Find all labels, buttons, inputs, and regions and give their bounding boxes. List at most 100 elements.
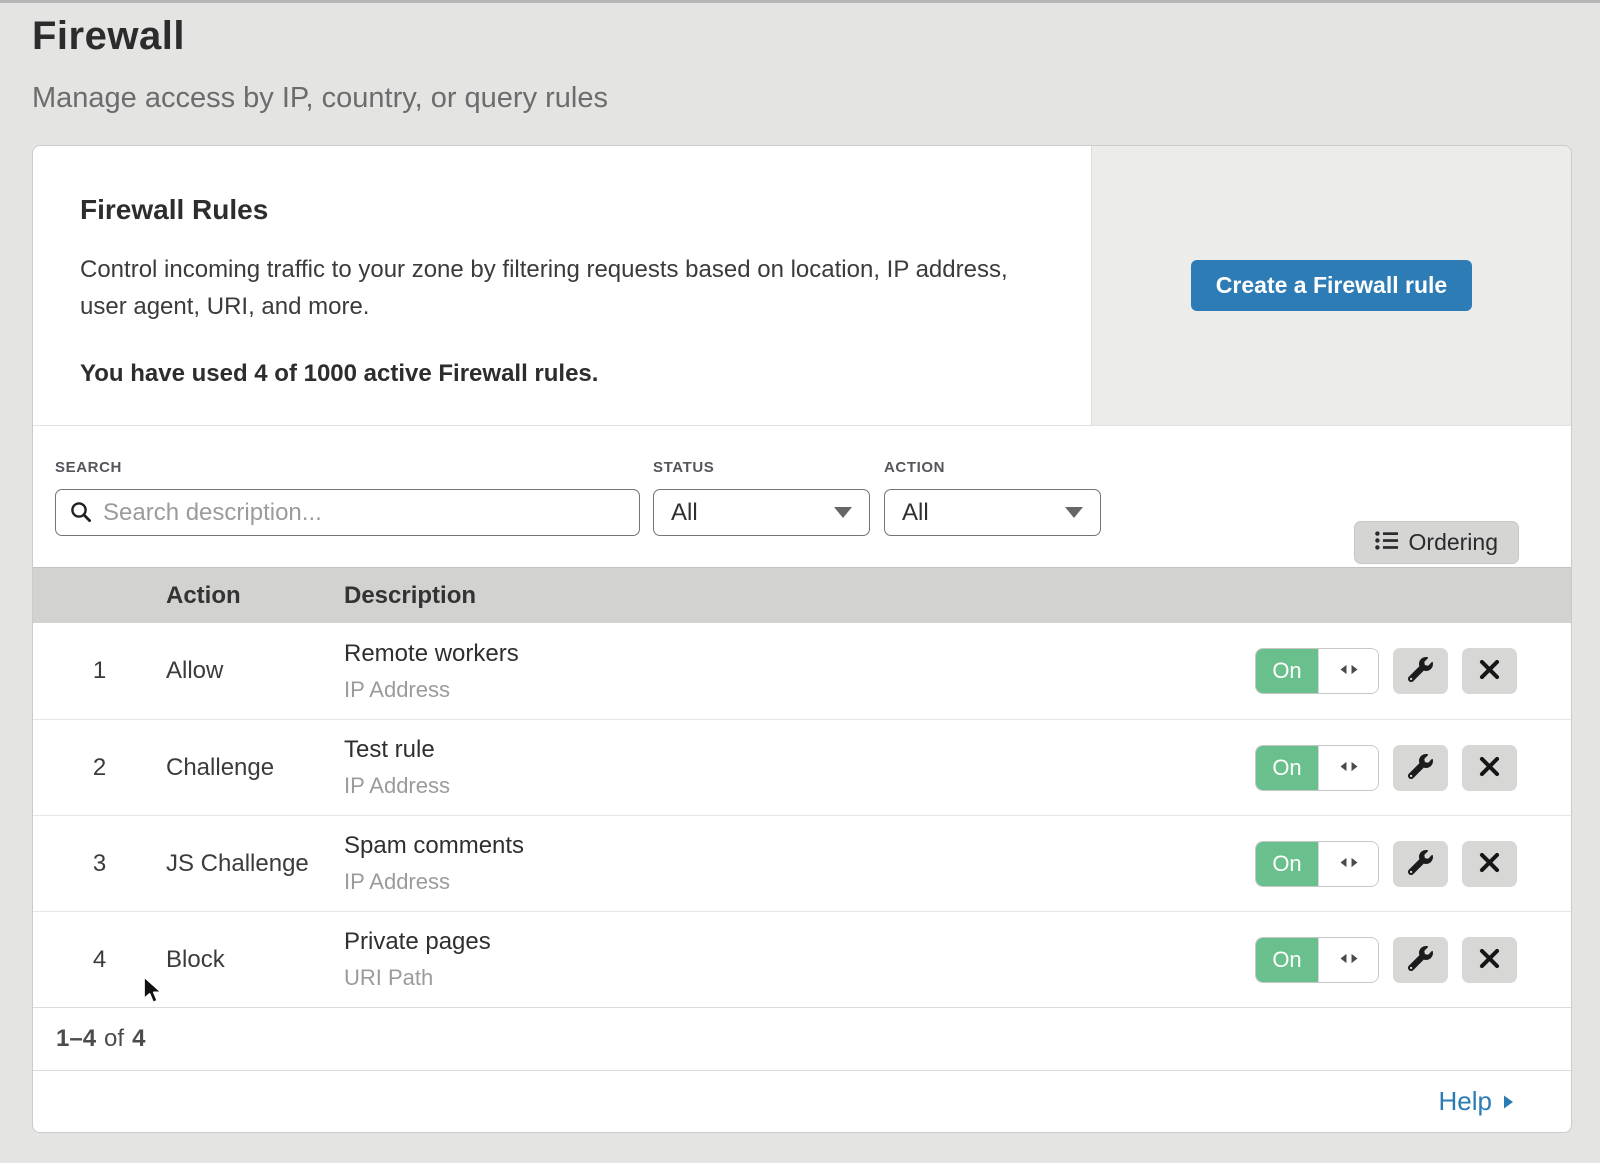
close-icon <box>1479 659 1500 683</box>
rule-controls: On <box>1251 745 1571 791</box>
rule-action: JS Challenge <box>166 850 344 878</box>
page-subtitle: Manage access by IP, country, or query r… <box>32 81 1600 115</box>
delete-rule-button[interactable] <box>1462 937 1517 983</box>
left-right-arrows-icon <box>1338 760 1360 776</box>
rule-status-toggle[interactable]: On <box>1255 648 1379 694</box>
toggle-drag-handle[interactable] <box>1318 746 1378 790</box>
rules-table: Action Description 1 Allow Remote worker… <box>33 567 1571 1007</box>
close-icon <box>1479 948 1500 972</box>
help-link-label: Help <box>1439 1086 1492 1117</box>
rule-description: Remote workers <box>344 640 1251 668</box>
status-filter-group: STATUS All <box>653 459 884 536</box>
rule-match-field: URI Path <box>344 965 1251 991</box>
rules-table-header: Action Description <box>33 567 1571 623</box>
rule-match-field: IP Address <box>344 773 1251 799</box>
action-select[interactable]: All <box>884 489 1101 536</box>
rule-description: Test rule <box>344 736 1251 764</box>
edit-rule-button[interactable] <box>1393 745 1448 791</box>
search-label: SEARCH <box>55 459 653 476</box>
wrench-icon <box>1408 850 1433 878</box>
rule-priority: 4 <box>33 946 166 974</box>
ordering-list-icon <box>1375 529 1398 556</box>
search-filter-group: SEARCH <box>55 459 653 536</box>
ordering-button[interactable]: Ordering <box>1354 521 1519 564</box>
rules-usage-note: You have used 4 of 1000 active Firewall … <box>80 360 1051 388</box>
pagination-separator: of <box>104 1025 124 1053</box>
delete-rule-button[interactable] <box>1462 841 1517 887</box>
wrench-icon <box>1408 946 1433 974</box>
toggle-drag-handle[interactable] <box>1318 649 1378 693</box>
rule-status-toggle[interactable]: On <box>1255 937 1379 983</box>
help-link[interactable]: Help <box>1439 1086 1514 1117</box>
page-title: Firewall <box>32 13 1600 59</box>
toggle-on-segment: On <box>1256 746 1318 790</box>
rule-description-cell: Test rule IP Address <box>344 736 1251 799</box>
status-select[interactable]: All <box>653 489 870 536</box>
help-arrow-icon <box>1503 1086 1514 1117</box>
wrench-icon <box>1408 657 1433 685</box>
column-header-description: Description <box>344 582 1251 610</box>
toggle-drag-handle[interactable] <box>1318 938 1378 982</box>
card-footer: Help <box>33 1070 1571 1132</box>
pagination-range: 1–4 <box>56 1025 96 1053</box>
rule-controls: On <box>1251 937 1571 983</box>
rule-row: 3 JS Challenge Spam comments IP Address … <box>33 815 1571 911</box>
left-right-arrows-icon <box>1338 952 1360 968</box>
delete-rule-button[interactable] <box>1462 648 1517 694</box>
rule-priority: 1 <box>33 657 166 685</box>
rule-row: 2 Challenge Test rule IP Address On <box>33 719 1571 815</box>
toggle-drag-handle[interactable] <box>1318 842 1378 886</box>
edit-rule-button[interactable] <box>1393 841 1448 887</box>
close-icon <box>1479 852 1500 876</box>
left-right-arrows-icon <box>1338 663 1360 679</box>
edit-rule-button[interactable] <box>1393 937 1448 983</box>
rule-description: Spam comments <box>344 832 1251 860</box>
action-filter-group: ACTION All <box>884 459 1115 536</box>
intro-section: Firewall Rules Control incoming traffic … <box>33 146 1571 426</box>
rule-priority: 3 <box>33 850 166 878</box>
rule-description-cell: Remote workers IP Address <box>344 640 1251 703</box>
column-header-action: Action <box>166 582 344 610</box>
rule-description: Private pages <box>344 928 1251 956</box>
rule-description-cell: Spam comments IP Address <box>344 832 1251 895</box>
left-right-arrows-icon <box>1338 856 1360 872</box>
close-icon <box>1479 756 1500 780</box>
rule-match-field: IP Address <box>344 869 1251 895</box>
rule-controls: On <box>1251 648 1571 694</box>
ordering-button-label: Ordering <box>1409 529 1498 556</box>
rule-action: Challenge <box>166 754 344 782</box>
chevron-down-icon <box>834 507 852 518</box>
rule-action: Block <box>166 946 344 974</box>
page-header: Firewall Manage access by IP, country, o… <box>0 3 1600 115</box>
rule-priority: 2 <box>33 754 166 782</box>
rule-match-field: IP Address <box>344 677 1251 703</box>
toggle-on-segment: On <box>1256 842 1318 886</box>
edit-rule-button[interactable] <box>1393 648 1448 694</box>
intro-text: Firewall Rules Control incoming traffic … <box>33 146 1091 425</box>
wrench-icon <box>1408 754 1433 782</box>
rule-status-toggle[interactable]: On <box>1255 841 1379 887</box>
chevron-down-icon <box>1065 507 1083 518</box>
rule-status-toggle[interactable]: On <box>1255 745 1379 791</box>
search-icon <box>70 501 92 528</box>
status-label: STATUS <box>653 459 884 476</box>
action-selected-value: All <box>902 499 929 527</box>
delete-rule-button[interactable] <box>1462 745 1517 791</box>
toggle-on-segment: On <box>1256 649 1318 693</box>
firewall-rules-card: Firewall Rules Control incoming traffic … <box>32 145 1572 1133</box>
rule-action: Allow <box>166 657 344 685</box>
create-firewall-rule-button[interactable]: Create a Firewall rule <box>1191 260 1472 311</box>
rule-row: 1 Allow Remote workers IP Address On <box>33 623 1571 719</box>
pagination-bar: 1–4 of 4 <box>33 1007 1571 1070</box>
toggle-on-segment: On <box>1256 938 1318 982</box>
rule-description-cell: Private pages URI Path <box>344 928 1251 991</box>
search-input[interactable] <box>55 489 640 536</box>
firewall-rules-heading: Firewall Rules <box>80 194 1051 226</box>
pagination-total: 4 <box>132 1025 145 1053</box>
filters-bar: SEARCH STATUS All ACTION All <box>33 426 1571 567</box>
rules-table-body: 1 Allow Remote workers IP Address On <box>33 623 1571 1007</box>
create-rule-panel: Create a Firewall rule <box>1091 146 1571 425</box>
action-label: ACTION <box>884 459 1115 476</box>
rule-controls: On <box>1251 841 1571 887</box>
rule-row: 4 Block Private pages URI Path On <box>33 911 1571 1007</box>
